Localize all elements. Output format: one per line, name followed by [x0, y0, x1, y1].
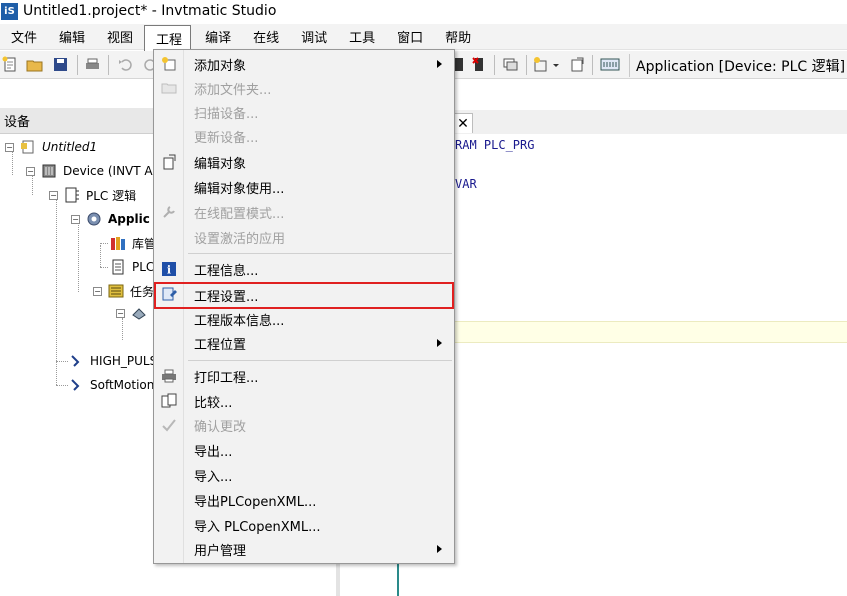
project-menu: 添加对象 添加文件夹... 扫描设备... 更新设备... 编辑对象 编辑对象使… — [153, 49, 455, 564]
editor-tab-close-button[interactable]: ✕ — [453, 113, 473, 133]
tree-plc-prg[interactable]: PLC — [110, 257, 154, 277]
active-application-label: Application [Device: PLC 逻辑] — [636, 58, 846, 75]
menu-debug[interactable]: 调试 — [290, 25, 335, 49]
menu-edit-object[interactable]: 编辑对象 — [154, 150, 454, 174]
tree-task[interactable]: − — [116, 303, 153, 323]
folder-icon — [161, 83, 177, 94]
menu-edit-object-with[interactable]: 编辑对象使用... — [154, 175, 454, 199]
add-object-icon — [162, 57, 176, 71]
collapse-icon[interactable]: − — [71, 214, 80, 224]
code-var-line: VAR — [455, 177, 477, 191]
submenu-arrow-icon — [437, 339, 442, 347]
title-bar: iS Untitled1.project* - Invtmatic Studio — [0, 0, 847, 22]
plc-logic-icon — [65, 187, 79, 203]
menu-project-version-info[interactable]: 工程版本信息... — [154, 307, 454, 331]
task-icon — [132, 308, 146, 320]
application-gear-icon — [87, 212, 101, 226]
menu-edit[interactable]: 编辑 — [48, 25, 93, 49]
compare-icon — [161, 393, 177, 408]
softmotion-icon — [71, 379, 80, 391]
menu-project[interactable]: 工程 — [144, 24, 192, 51]
menu-print-project[interactable]: 打印工程... — [154, 364, 454, 388]
menu-import-plcopenxml[interactable]: 导入 PLCopenXML... — [154, 513, 454, 537]
info-icon: i — [162, 262, 176, 277]
submenu-arrow-icon — [437, 60, 442, 68]
dropdown-arrow-icon[interactable] — [552, 56, 560, 73]
svg-text:i: i — [167, 264, 171, 277]
tree-application[interactable]: − Applic — [71, 209, 150, 229]
print-toolbar-icon[interactable] — [84, 56, 101, 73]
editor-splitter[interactable] — [336, 563, 340, 596]
screens-icon[interactable] — [502, 56, 519, 73]
code-program-line: RAM PLC_PRG — [455, 138, 535, 152]
window-title: Untitled1.project* - Invtmatic Studio — [23, 3, 277, 19]
device-panel-title: 设备 — [0, 108, 155, 134]
bookmark-clear-icon[interactable] — [471, 56, 488, 73]
tree-task-config[interactable]: − 任务 — [93, 281, 154, 301]
menu-project-info[interactable]: i 工程信息... — [154, 257, 454, 281]
submenu-arrow-icon — [437, 545, 442, 553]
menu-user-management[interactable]: 用户管理 — [154, 537, 454, 561]
menu-project-location[interactable]: 工程位置 — [154, 331, 454, 355]
menu-file[interactable]: 文件 — [0, 25, 45, 49]
library-icon — [111, 237, 125, 250]
edit-object-toolbar-icon[interactable] — [569, 56, 586, 73]
menu-confirm-changes[interactable]: 确认更改 — [154, 413, 454, 437]
menu-project-settings[interactable]: 工程设置... — [154, 282, 454, 309]
collapse-icon[interactable]: − — [49, 190, 58, 200]
edit-object-icon — [163, 154, 176, 170]
tree-library[interactable]: 库管 — [110, 233, 156, 253]
device-icon — [42, 164, 56, 178]
task-config-icon — [108, 284, 124, 298]
menu-build[interactable]: 编译 — [194, 25, 239, 49]
wrench-icon — [163, 206, 175, 218]
menu-help[interactable]: 帮助 — [434, 25, 479, 49]
menu-window[interactable]: 窗口 — [386, 25, 431, 49]
tree-plc-logic[interactable]: − PLC 逻辑 — [49, 185, 136, 205]
pou-icon — [112, 259, 124, 275]
menu-scan-devices[interactable]: 扫描设备... — [154, 100, 454, 124]
menu-export-plcopenxml[interactable]: 导出PLCopenXML... — [154, 488, 454, 512]
editor-tab-strip — [440, 110, 847, 134]
new-project-icon[interactable] — [2, 56, 19, 73]
menu-online-config-mode[interactable]: 在线配置模式... — [154, 200, 454, 224]
tree-high-pulse-axis[interactable]: HIGH_PULS — [68, 351, 157, 371]
tree-project[interactable]: − Untitled1 — [5, 137, 97, 157]
collapse-icon[interactable]: − — [93, 286, 102, 296]
confirm-changes-icon — [162, 419, 176, 432]
project-icon — [21, 140, 34, 154]
active-application-combo[interactable]: Application [Device: PLC 逻辑] ▾ — [629, 54, 847, 77]
menu-add-folder[interactable]: 添加文件夹... — [154, 76, 454, 100]
open-folder-icon[interactable] — [26, 56, 43, 73]
menu-compare[interactable]: 比较... — [154, 389, 454, 413]
add-object-toolbar-icon[interactable] — [533, 56, 550, 73]
menu-export[interactable]: 导出... — [154, 438, 454, 462]
project-settings-icon — [162, 287, 177, 301]
collapse-icon[interactable]: − — [116, 308, 125, 318]
menu-set-active-application[interactable]: 设置激活的应用 — [154, 225, 454, 249]
menu-import[interactable]: 导入... — [154, 463, 454, 487]
collapse-icon[interactable]: − — [5, 142, 14, 152]
axis-icon — [71, 355, 80, 367]
menu-tools[interactable]: 工具 — [338, 25, 383, 49]
print-icon — [162, 369, 176, 383]
menu-update-device[interactable]: 更新设备... — [154, 124, 454, 148]
app-logo-icon: iS — [1, 2, 18, 20]
collapse-icon[interactable]: − — [26, 166, 35, 176]
menu-add-object[interactable]: 添加对象 — [154, 52, 454, 76]
menu-view[interactable]: 视图 — [96, 25, 141, 49]
undo-icon[interactable] — [117, 56, 134, 73]
menu-bar: 文件 编辑 视图 工程 编译 在线 调试 工具 窗口 帮助 — [0, 24, 847, 51]
menu-online[interactable]: 在线 — [242, 25, 287, 49]
tree-softmotion[interactable]: SoftMotion — [68, 375, 154, 395]
save-icon[interactable] — [52, 56, 69, 73]
tree-device[interactable]: − Device (INVT AX — [26, 161, 161, 181]
editor-network-line — [397, 563, 399, 596]
implementation-pane[interactable] — [455, 321, 847, 343]
device-toolbar-icon[interactable] — [599, 56, 621, 73]
